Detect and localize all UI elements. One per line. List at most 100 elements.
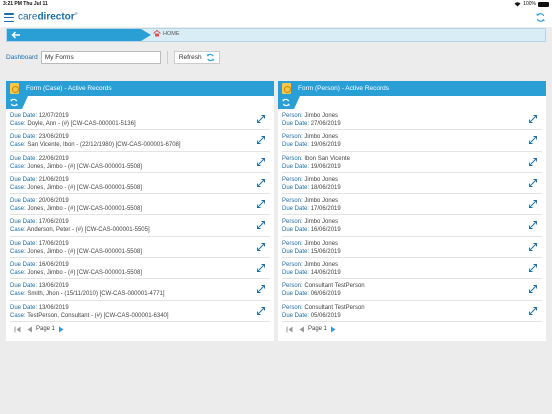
table-row[interactable]: Due Date: 20/06/2019 Case: Jones, Jimbo -… (10, 194, 270, 216)
expand-icon[interactable] (256, 157, 266, 167)
table-row[interactable]: Person: Jimbo Jones Due Date: 17/06/2019 (282, 194, 542, 216)
row-value: 16/06/2019 (310, 227, 341, 234)
table-row[interactable]: Due Date: 17/06/2019 Case: Jones, Jimbo -… (10, 237, 270, 259)
expand-icon[interactable] (256, 242, 266, 252)
expand-icon[interactable] (528, 306, 538, 316)
row-label: Case: (10, 270, 26, 277)
row-label: Person: (282, 113, 303, 119)
row-value: Smith, Jhon - (15/11/2010) [CW-CAS-00000… (27, 291, 165, 298)
panel-refresh-button[interactable] (278, 96, 300, 109)
case-forms-panel: Form (Case) - Active Records Due Date: 1… (6, 81, 274, 341)
table-row[interactable]: Due Date: 22/06/2019 Case: Jones, Jimbo -… (10, 152, 270, 173)
status-right: 100% (514, 1, 549, 7)
row-label: Person: (282, 219, 303, 226)
expand-icon[interactable] (256, 306, 266, 316)
row-line-2: Case: TestPerson, Consultant - (#) [CW-C… (10, 312, 270, 320)
expand-icon[interactable] (528, 220, 538, 230)
row-value: 06/06/2019 (310, 291, 341, 298)
table-row[interactable]: Due Date: 12/07/2019 Case: Doyle, Ann - (… (10, 109, 270, 131)
first-page-icon[interactable] (14, 326, 23, 333)
first-page-icon[interactable] (286, 326, 295, 333)
row-label: Due Date: (282, 163, 310, 170)
sync-icon[interactable] (535, 12, 546, 23)
expand-icon[interactable] (528, 284, 538, 294)
row-line-2: Case: Anderson, Peter - (#) [CW-CAS-0000… (10, 226, 270, 234)
row-line-2: Due Date: 19/06/2019 (282, 141, 542, 149)
row-value: Jimbo Jones (304, 262, 339, 269)
row-value: Jimbo Jones (304, 134, 339, 141)
table-row[interactable]: Person: Consultant TestPerson Due Date: 0… (282, 301, 542, 322)
expand-icon[interactable] (528, 114, 538, 124)
row-value: Ibon San Vicente (304, 155, 350, 162)
expand-icon[interactable] (528, 242, 538, 252)
row-label: Due Date: (10, 283, 38, 290)
panel-refresh-button[interactable] (6, 96, 28, 109)
next-page-icon[interactable] (330, 326, 337, 333)
row-value: 20/06/2019 (38, 198, 69, 205)
table-row[interactable]: Due Date: 23/06/2019 Case: San Vicente, I… (10, 130, 270, 152)
menu-icon[interactable] (4, 13, 14, 22)
table-row[interactable]: Person: Jimbo Jones Due Date: 19/06/2019 (282, 130, 542, 152)
row-value: Jones, Jimbo - (#) [CW-CAS-000001-5508] (27, 270, 142, 277)
prev-page-icon[interactable] (26, 326, 33, 333)
table-row[interactable]: Person: Ibon San Vicente Due Date: 19/06/… (282, 152, 542, 173)
status-time: 3:21 PM Thu Jul 11 (3, 1, 48, 7)
row-label: Case: (10, 227, 26, 234)
expand-icon[interactable] (528, 199, 538, 209)
expand-icon[interactable] (256, 263, 266, 273)
home-icon (153, 30, 161, 37)
refresh-button[interactable]: Refresh (173, 51, 220, 64)
row-label: Case: (10, 206, 26, 213)
table-row[interactable]: Due Date: 13/06/2019 Case: TestPerson, Co… (10, 301, 270, 322)
row-line-2: Due Date: 16/06/2019 (282, 226, 542, 234)
expand-icon[interactable] (528, 157, 538, 167)
expand-icon[interactable] (256, 135, 266, 145)
prev-page-icon[interactable] (298, 326, 305, 333)
battery-icon (538, 1, 549, 7)
row-value: Consultant TestPerson (304, 304, 365, 311)
toolbar-divider (166, 51, 168, 64)
expand-icon[interactable] (256, 114, 266, 124)
row-line-1: Person: Jimbo Jones (282, 240, 542, 248)
table-row[interactable]: Due Date: 16/06/2019 Case: Jones, Jimbo -… (10, 258, 270, 280)
table-row[interactable]: Person: Jimbo Jones Due Date: 27/06/2019 (282, 109, 542, 131)
table-row[interactable]: Due Date: 21/06/2019 Case: Jones, Jimbo -… (10, 173, 270, 195)
row-line-2: Case: Jones, Jimbo - (#) [CW-CAS-000001-… (10, 248, 270, 256)
panel-subheader (6, 96, 274, 109)
dashboard-select[interactable]: My Forms (40, 51, 161, 64)
table-row[interactable]: Person: Consultant TestPerson Due Date: 0… (282, 279, 542, 301)
expand-icon[interactable] (256, 199, 266, 209)
expand-icon[interactable] (256, 284, 266, 294)
table-row[interactable]: Person: Jimbo Jones Due Date: 18/06/2019 (282, 173, 542, 195)
table-row[interactable]: Due Date: 17/06/2019 Case: Anderson, Pete… (10, 215, 270, 237)
row-line-1: Person: Jimbo Jones (282, 112, 542, 120)
table-row[interactable]: Due Date: 13/06/2019 Case: Smith, Jhon - … (10, 279, 270, 301)
page-label: Page 1 (36, 326, 56, 333)
row-label: Case: (10, 142, 26, 149)
back-button[interactable] (7, 29, 151, 41)
row-label: Person: (282, 155, 303, 162)
table-row[interactable]: Person: Jimbo Jones Due Date: 15/06/2019 (282, 237, 542, 259)
row-line-1: Person: Ibon San Vicente (282, 155, 542, 163)
next-page-icon[interactable] (58, 326, 65, 333)
table-row[interactable]: Person: Jimbo Jones Due Date: 16/06/2019 (282, 215, 542, 237)
row-label: Due Date: (282, 121, 310, 127)
expand-icon[interactable] (528, 135, 538, 145)
refresh-label: Refresh (178, 54, 202, 61)
pager: Page 1 (278, 322, 546, 337)
logo-bold: director (37, 11, 75, 23)
row-value: 19/06/2019 (310, 142, 341, 149)
row-label: Due Date: (10, 155, 38, 162)
expand-icon[interactable] (528, 263, 538, 273)
breadcrumb-home[interactable]: HOME (153, 30, 180, 37)
row-line-1: Due Date: 20/06/2019 (10, 197, 270, 205)
row-label: Due Date: (10, 176, 38, 183)
table-row[interactable]: Person: Jimbo Jones Due Date: 14/06/2019 (282, 258, 542, 280)
expand-icon[interactable] (256, 220, 266, 230)
row-line-2: Case: Smith, Jhon - (15/11/2010) [CW-CAS… (10, 290, 270, 298)
row-line-1: Due Date: 13/06/2019 (10, 304, 270, 312)
expand-icon[interactable] (528, 178, 538, 188)
row-value: 13/06/2019 (38, 283, 69, 290)
expand-icon[interactable] (256, 178, 266, 188)
row-value: Jones, Jimbo - (#) [CW-CAS-000001-5508] (27, 248, 142, 255)
